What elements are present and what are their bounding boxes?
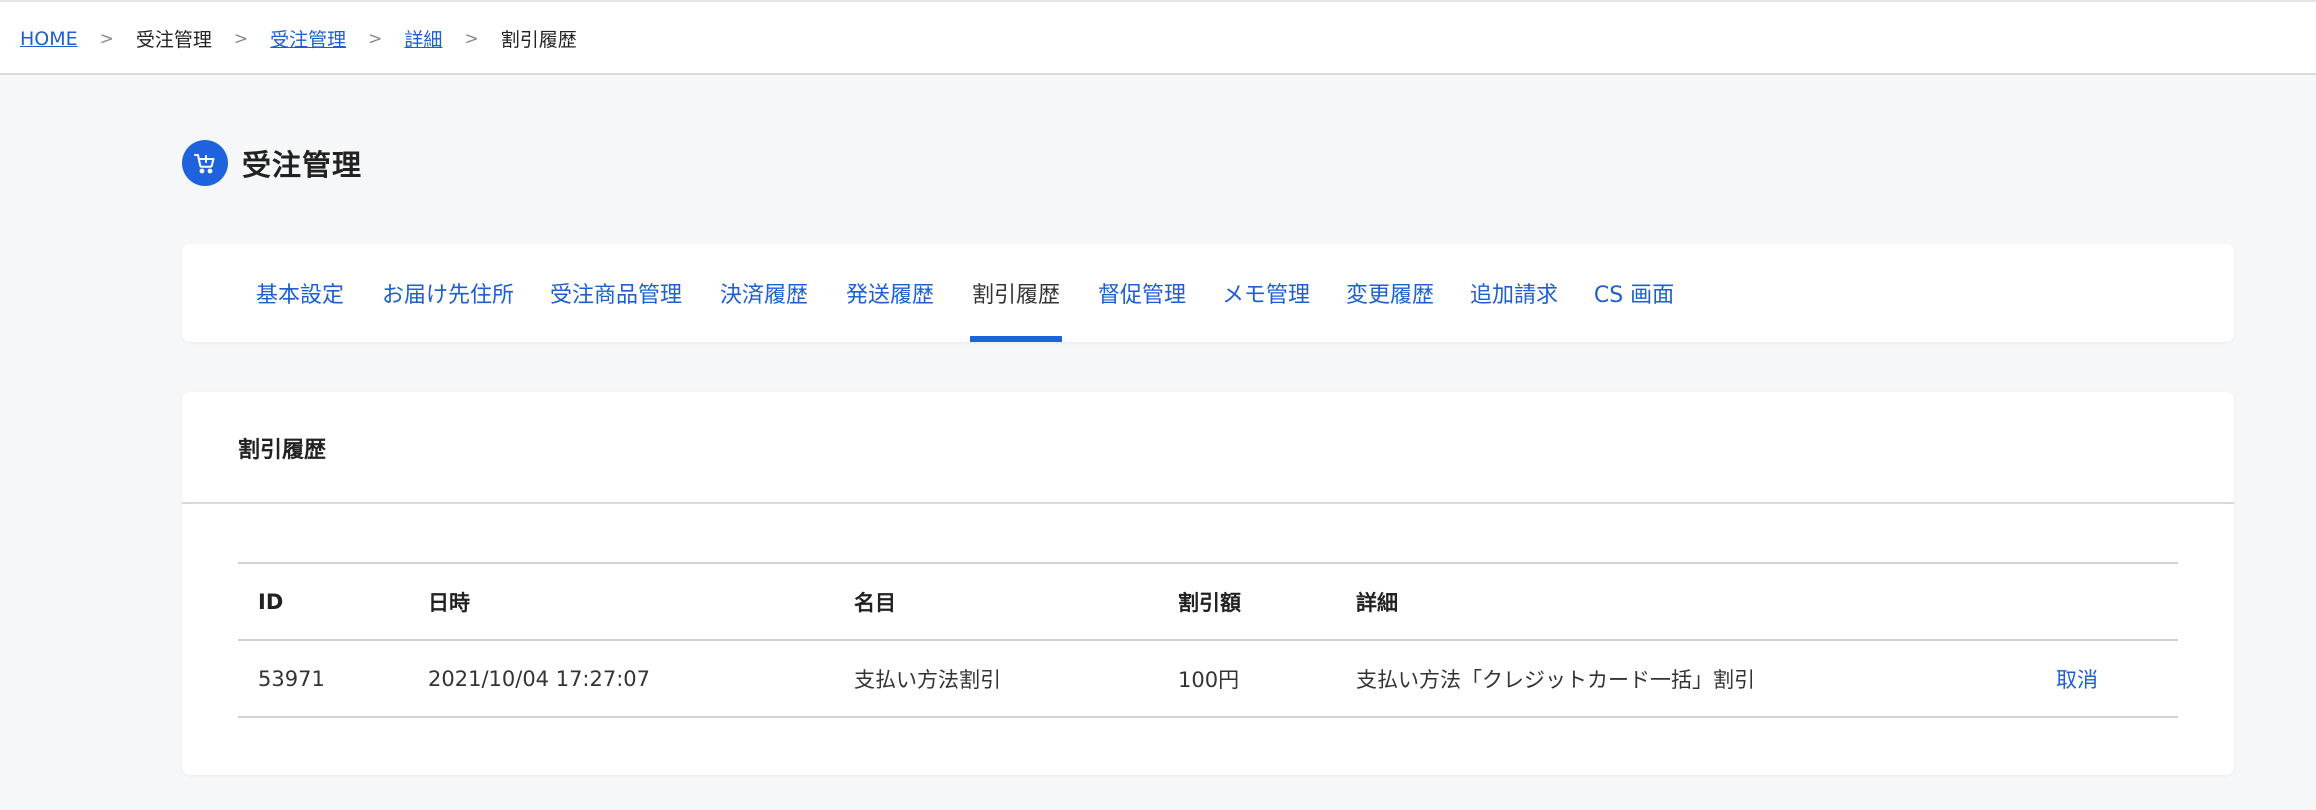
tab-delivery-address[interactable]: お届け先住所 <box>380 244 516 342</box>
discount-history-table: ID 日時 名目 割引額 詳細 53971 2021/10/04 17:27:0… <box>238 562 2178 718</box>
row-detail: 支払い方法「クレジットカード一括」割引 <box>1356 667 1755 692</box>
tab-memo-management[interactable]: メモ管理 <box>1220 244 1312 342</box>
tab-discount-history[interactable]: 割引履歴 <box>970 244 1062 342</box>
tab-additional-billing[interactable]: 追加請求 <box>1468 244 1560 342</box>
breadcrumb-home-link[interactable]: HOME <box>20 28 78 50</box>
row-name: 支払い方法割引 <box>854 667 1001 692</box>
breadcrumb: HOME > 受注管理 > 受注管理 > 詳細 > 割引履歴 <box>20 25 577 52</box>
breadcrumb-current: 割引履歴 <box>500 29 577 51</box>
breadcrumb-separator: > <box>233 28 249 49</box>
active-tab-indicator <box>970 336 1062 342</box>
tab-cs-screen[interactable]: CS 画面 <box>1592 244 1676 342</box>
column-header-datetime: 日時 <box>428 590 470 615</box>
tab-discount-history-label: 割引履歴 <box>971 283 1060 308</box>
table-header-row: ID 日時 名目 割引額 詳細 <box>238 564 2178 641</box>
tab-shipping-history[interactable]: 発送履歴 <box>844 244 936 342</box>
tab-order-items[interactable]: 受注商品管理 <box>548 244 684 342</box>
cancel-discount-link[interactable]: 取消 <box>2056 641 2098 716</box>
tab-change-history[interactable]: 変更履歴 <box>1344 244 1436 342</box>
tab-dunning-management[interactable]: 督促管理 <box>1096 244 1188 342</box>
breadcrumb-order-management-link[interactable]: 受注管理 <box>270 25 346 52</box>
breadcrumb-order-management-text: 受注管理 <box>135 29 212 51</box>
tab-payment-history[interactable]: 決済履歴 <box>718 244 810 342</box>
column-header-detail: 詳細 <box>1356 590 1398 615</box>
row-amount: 100円 <box>1178 667 1240 692</box>
page-title: 受注管理 <box>182 140 362 186</box>
row-datetime: 2021/10/04 17:27:07 <box>428 666 651 691</box>
tab-basic-settings[interactable]: 基本設定 <box>254 244 346 342</box>
breadcrumb-separator: > <box>99 28 114 49</box>
shopping-cart-icon <box>182 140 228 186</box>
card-title: 割引履歴 <box>238 438 327 463</box>
order-tabs: 基本設定 お届け先住所 受注商品管理 決済履歴 発送履歴 割引履歴 督促管理 メ… <box>182 244 2234 342</box>
breadcrumb-detail-link[interactable]: 詳細 <box>404 25 442 52</box>
breadcrumb-bar: HOME > 受注管理 > 受注管理 > 詳細 > 割引履歴 <box>0 0 2316 75</box>
column-header-name: 名目 <box>854 590 896 615</box>
row-id: 53971 <box>258 666 325 691</box>
card-header: 割引履歴 <box>182 392 2234 504</box>
page-title-text: 受注管理 <box>242 148 363 182</box>
column-header-id: ID <box>258 589 284 614</box>
breadcrumb-separator: > <box>464 28 479 49</box>
discount-history-card: 割引履歴 ID 日時 名目 割引額 詳細 53971 2021/10/04 17… <box>182 392 2234 775</box>
column-header-amount: 割引額 <box>1178 590 1241 615</box>
breadcrumb-separator: > <box>368 28 383 49</box>
table-row: 53971 2021/10/04 17:27:07 支払い方法割引 100円 支… <box>238 641 2178 718</box>
